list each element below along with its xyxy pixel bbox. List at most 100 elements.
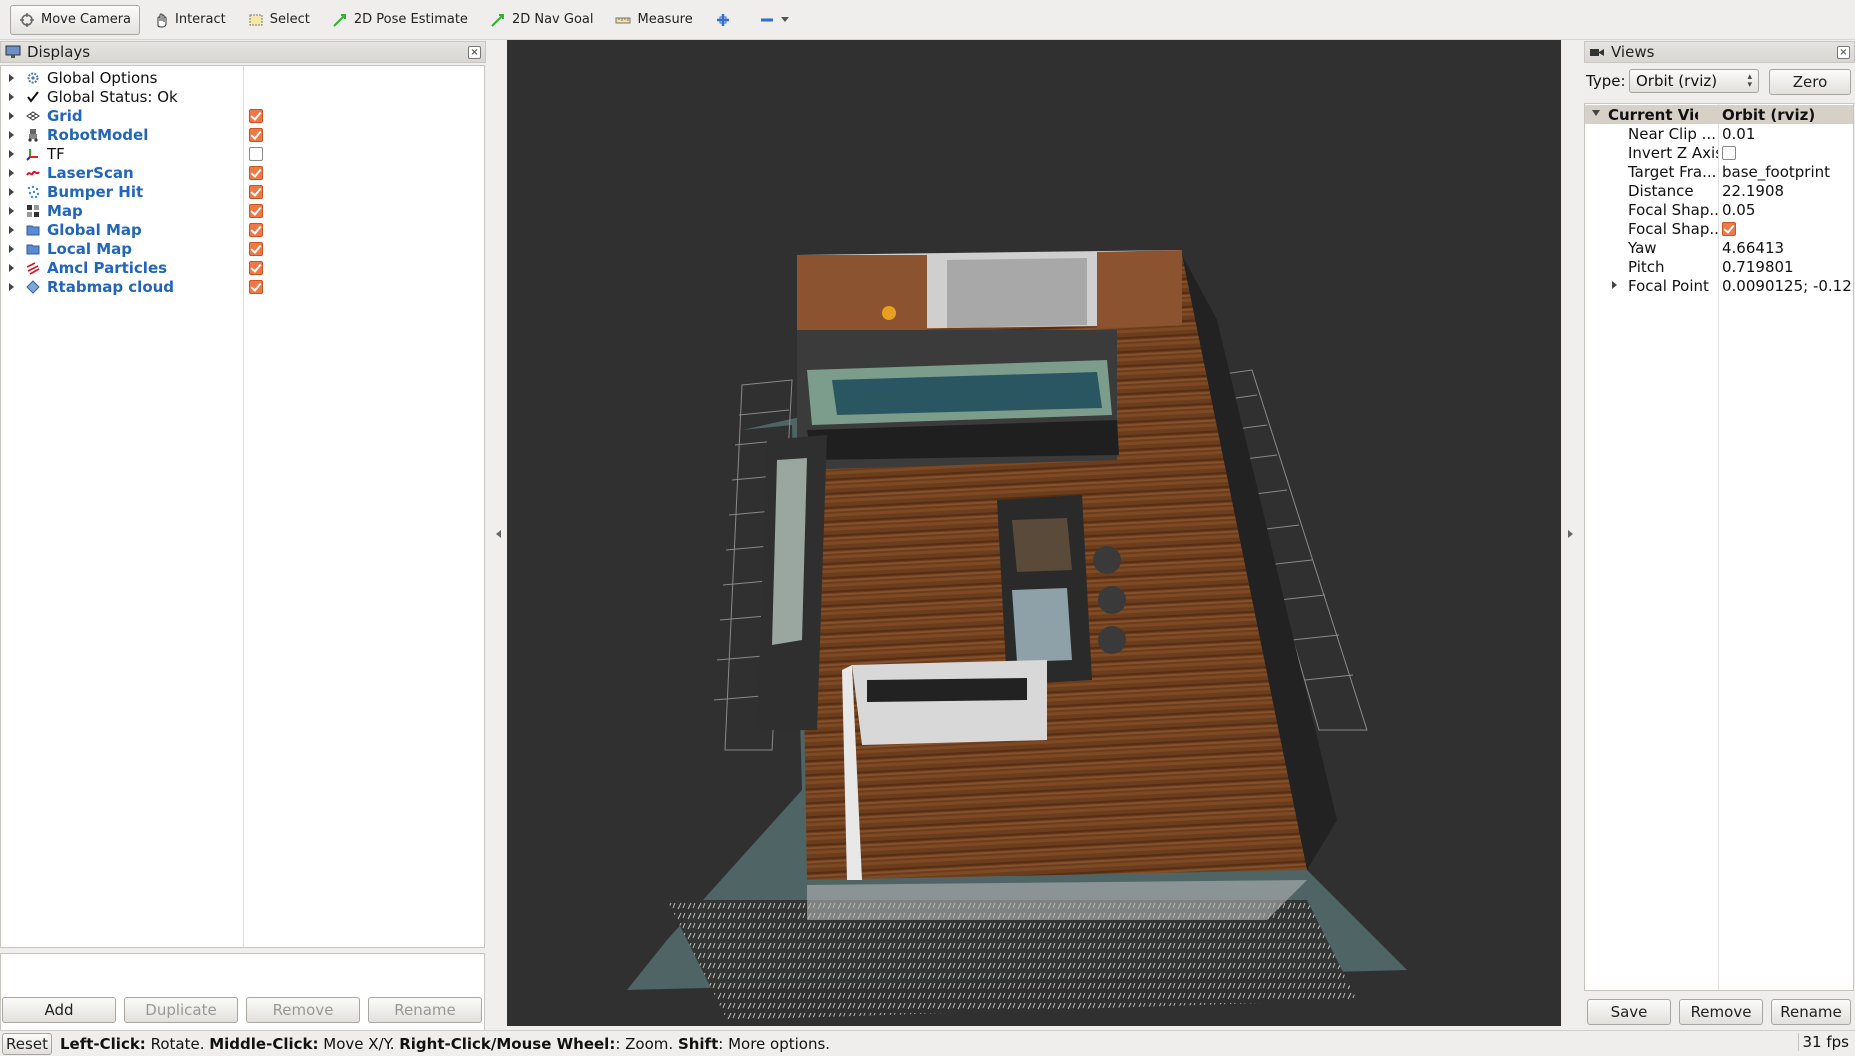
prop-value[interactable]: 0.0090125; -0.12...: [1722, 277, 1853, 295]
display-item-amcl-particles[interactable]: Amcl Particles: [1, 258, 484, 277]
close-icon[interactable]: ×: [1837, 46, 1850, 59]
display-item-grid[interactable]: Grid: [1, 106, 484, 125]
prop-value[interactable]: 0.719801: [1722, 258, 1853, 276]
expand-arrow-icon[interactable]: [9, 187, 14, 196]
display-checkbox[interactable]: [249, 127, 263, 142]
diamond-icon: [25, 279, 41, 295]
camera-icon: [1590, 49, 1604, 56]
collapse-arrow-icon[interactable]: [1592, 110, 1600, 116]
display-checkbox[interactable]: [249, 108, 263, 123]
display-checkbox[interactable]: [249, 260, 263, 275]
move-camera-icon: [19, 12, 35, 28]
axes-icon: [25, 146, 41, 162]
expand-arrow-icon[interactable]: [9, 282, 14, 291]
rename-display-button[interactable]: Rename: [368, 997, 482, 1023]
prop-target-frame[interactable]: Target Fra... base_footprint: [1585, 162, 1853, 181]
expand-arrow-icon[interactable]: [9, 244, 14, 253]
display-item-global-status[interactable]: Global Status: Ok: [1, 87, 484, 106]
pose-estimate-tool[interactable]: 2D Pose Estimate: [323, 5, 477, 35]
prop-value[interactable]: 4.66413: [1722, 239, 1853, 257]
prop-yaw[interactable]: Yaw 4.66413: [1585, 238, 1853, 257]
expand-arrow-icon[interactable]: [9, 263, 14, 272]
focal-shape-fixed-checkbox[interactable]: [1722, 221, 1736, 236]
display-checkbox[interactable]: [249, 146, 263, 161]
collapse-left-arrow-icon[interactable]: [496, 530, 501, 538]
3d-render-view[interactable]: [507, 40, 1561, 1026]
zero-button[interactable]: Zero: [1769, 69, 1851, 95]
grid-icon: [25, 108, 41, 124]
save-view-button[interactable]: Save: [1587, 999, 1671, 1025]
remove-tool-button[interactable]: [750, 5, 798, 35]
prop-value[interactable]: base_footprint: [1722, 163, 1853, 181]
prop-focal-point[interactable]: Focal Point 0.0090125; -0.12...: [1585, 276, 1853, 295]
prop-value[interactable]: 22.1908: [1722, 182, 1853, 200]
current-view-row[interactable]: Current View Orbit (rviz): [1585, 105, 1853, 124]
select-tool[interactable]: Select: [239, 5, 319, 35]
view-type-value: Orbit (rviz): [1636, 72, 1718, 90]
move-camera-tool[interactable]: Move Camera: [10, 4, 141, 35]
display-item-global-options[interactable]: Global Options: [1, 68, 484, 87]
display-item-rtabmap-cloud[interactable]: Rtabmap cloud: [1, 277, 484, 296]
duplicate-display-button[interactable]: Duplicate: [124, 997, 238, 1023]
display-checkbox[interactable]: [249, 279, 263, 294]
prop-value[interactable]: 0.01: [1722, 125, 1853, 143]
expand-arrow-icon[interactable]: [9, 111, 14, 120]
hint-key: Left-Click:: [60, 1034, 146, 1053]
interact-label: Interact: [175, 12, 226, 27]
current-view-value: Orbit (rviz): [1722, 105, 1816, 124]
displays-tree: Global Options Global Status: Ok Grid Ro…: [0, 65, 485, 948]
fps-counter: 31 fps: [1797, 1033, 1853, 1051]
collapse-right-arrow-icon[interactable]: [1568, 530, 1573, 538]
folder-icon: [25, 241, 41, 257]
display-checkbox[interactable]: [249, 222, 263, 237]
expand-arrow-icon[interactable]: [9, 130, 14, 139]
expand-arrow-icon[interactable]: [9, 168, 14, 177]
nav-goal-tool[interactable]: 2D Nav Goal: [481, 5, 603, 35]
expand-arrow-icon[interactable]: [9, 225, 14, 234]
display-item-tf[interactable]: TF: [1, 144, 484, 163]
hand-icon: [153, 12, 169, 28]
invert-z-checkbox[interactable]: [1722, 145, 1736, 160]
close-icon[interactable]: ×: [468, 46, 481, 59]
display-item-global-map[interactable]: Global Map: [1, 220, 484, 239]
display-label: Amcl Particles: [47, 258, 168, 277]
prop-focal-shape-fixed[interactable]: Focal Shap...: [1585, 219, 1853, 238]
prop-focal-shape-size[interactable]: Focal Shap... 0.05: [1585, 200, 1853, 219]
measure-tool[interactable]: Measure: [606, 5, 701, 35]
prop-value[interactable]: 0.05: [1722, 201, 1853, 219]
point-cloud-scene: [627, 250, 1407, 1020]
display-checkbox[interactable]: [249, 203, 263, 218]
interact-tool[interactable]: Interact: [144, 5, 235, 35]
display-checkbox[interactable]: [249, 184, 263, 199]
up-down-arrows-icon: ▴ ▾: [1747, 72, 1752, 90]
expand-arrow-icon[interactable]: [9, 92, 14, 101]
display-item-local-map[interactable]: Local Map: [1, 239, 484, 258]
display-checkbox[interactable]: [249, 241, 263, 256]
expand-arrow-icon[interactable]: [1612, 281, 1617, 289]
display-item-laserscan[interactable]: LaserScan: [1, 163, 484, 182]
expand-arrow-icon[interactable]: [9, 149, 14, 158]
display-label: Map: [47, 201, 83, 220]
remove-display-button[interactable]: Remove: [246, 997, 360, 1023]
prop-near-clip[interactable]: Near Clip ... 0.01: [1585, 124, 1853, 143]
display-item-map[interactable]: Map: [1, 201, 484, 220]
add-tool-button[interactable]: [706, 5, 746, 35]
hint-text: : More options.: [718, 1034, 831, 1053]
reset-button[interactable]: Reset: [2, 1032, 52, 1055]
expand-arrow-icon[interactable]: [9, 73, 14, 82]
expand-arrow-icon[interactable]: [9, 206, 14, 215]
hint-key: Shift: [677, 1034, 719, 1053]
prop-name: Focal Shap...: [1628, 200, 1718, 219]
prop-distance[interactable]: Distance 22.1908: [1585, 181, 1853, 200]
remove-view-button[interactable]: Remove: [1679, 999, 1763, 1025]
prop-invert-z[interactable]: Invert Z Axis: [1585, 143, 1853, 162]
point-cloud-icon: [25, 184, 41, 200]
display-checkbox[interactable]: [249, 165, 263, 180]
rename-view-button[interactable]: Rename: [1771, 999, 1851, 1025]
add-display-button[interactable]: Add: [2, 997, 116, 1023]
status-bar: Reset Left-Click: Rotate. Middle-Click: …: [0, 1030, 1855, 1056]
view-type-select[interactable]: Orbit (rviz) ▴ ▾: [1629, 69, 1759, 93]
prop-pitch[interactable]: Pitch 0.719801: [1585, 257, 1853, 276]
display-item-robotmodel[interactable]: RobotModel: [1, 125, 484, 144]
display-item-bumper-hit[interactable]: Bumper Hit: [1, 182, 484, 201]
